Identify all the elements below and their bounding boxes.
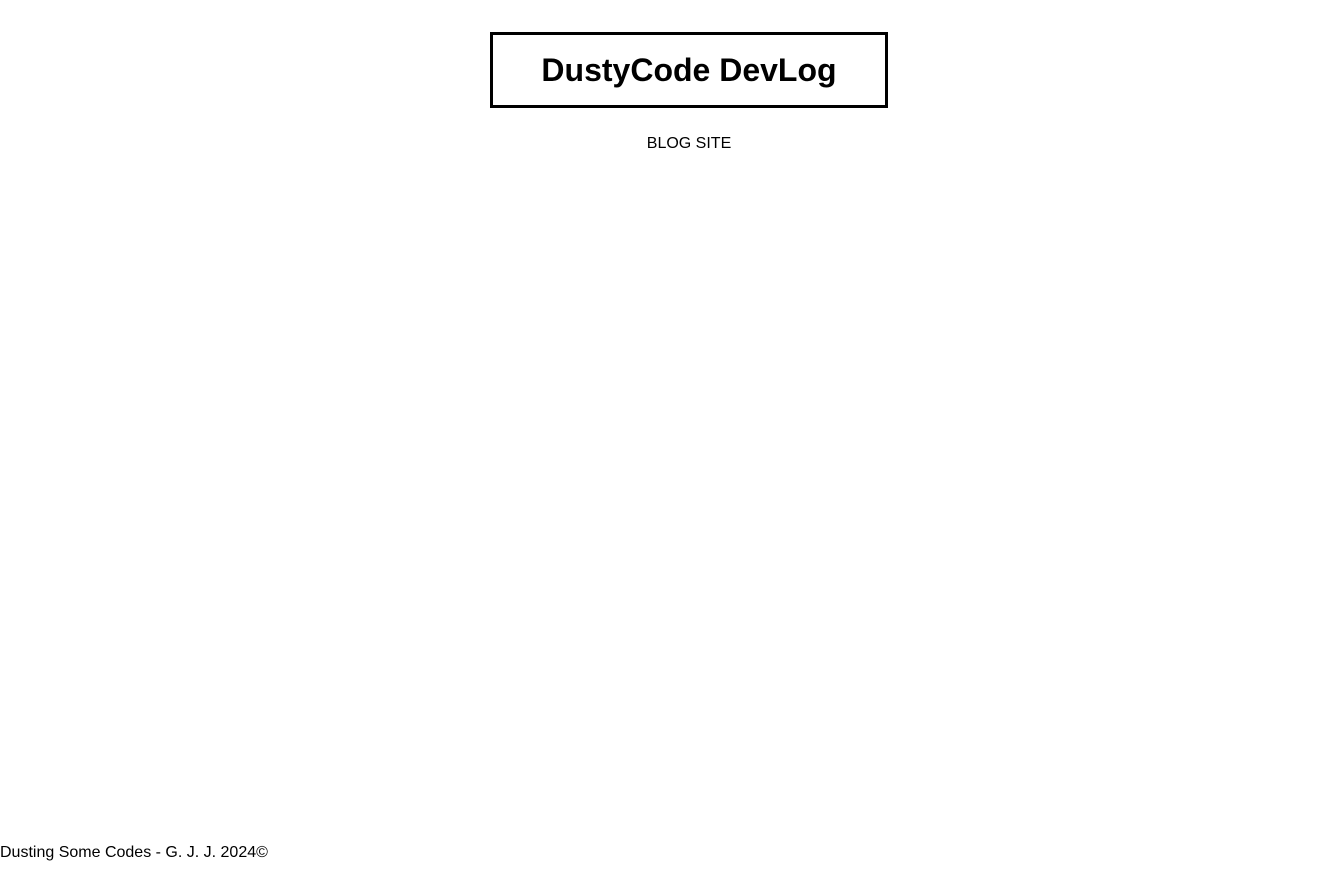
site-header: DustyCode DevLog BLOG SITE	[0, 32, 1342, 154]
site-title: DustyCode DevLog	[541, 52, 837, 88]
page: DustyCode DevLog BLOG SITE Dusting Some …	[0, 0, 1342, 874]
site-subtitle: BLOG SITE	[646, 135, 732, 152]
site-footer: Dusting Some Codes - G. J. J. 2024©	[0, 844, 268, 861]
site-title-box: DustyCode DevLog	[490, 32, 888, 108]
